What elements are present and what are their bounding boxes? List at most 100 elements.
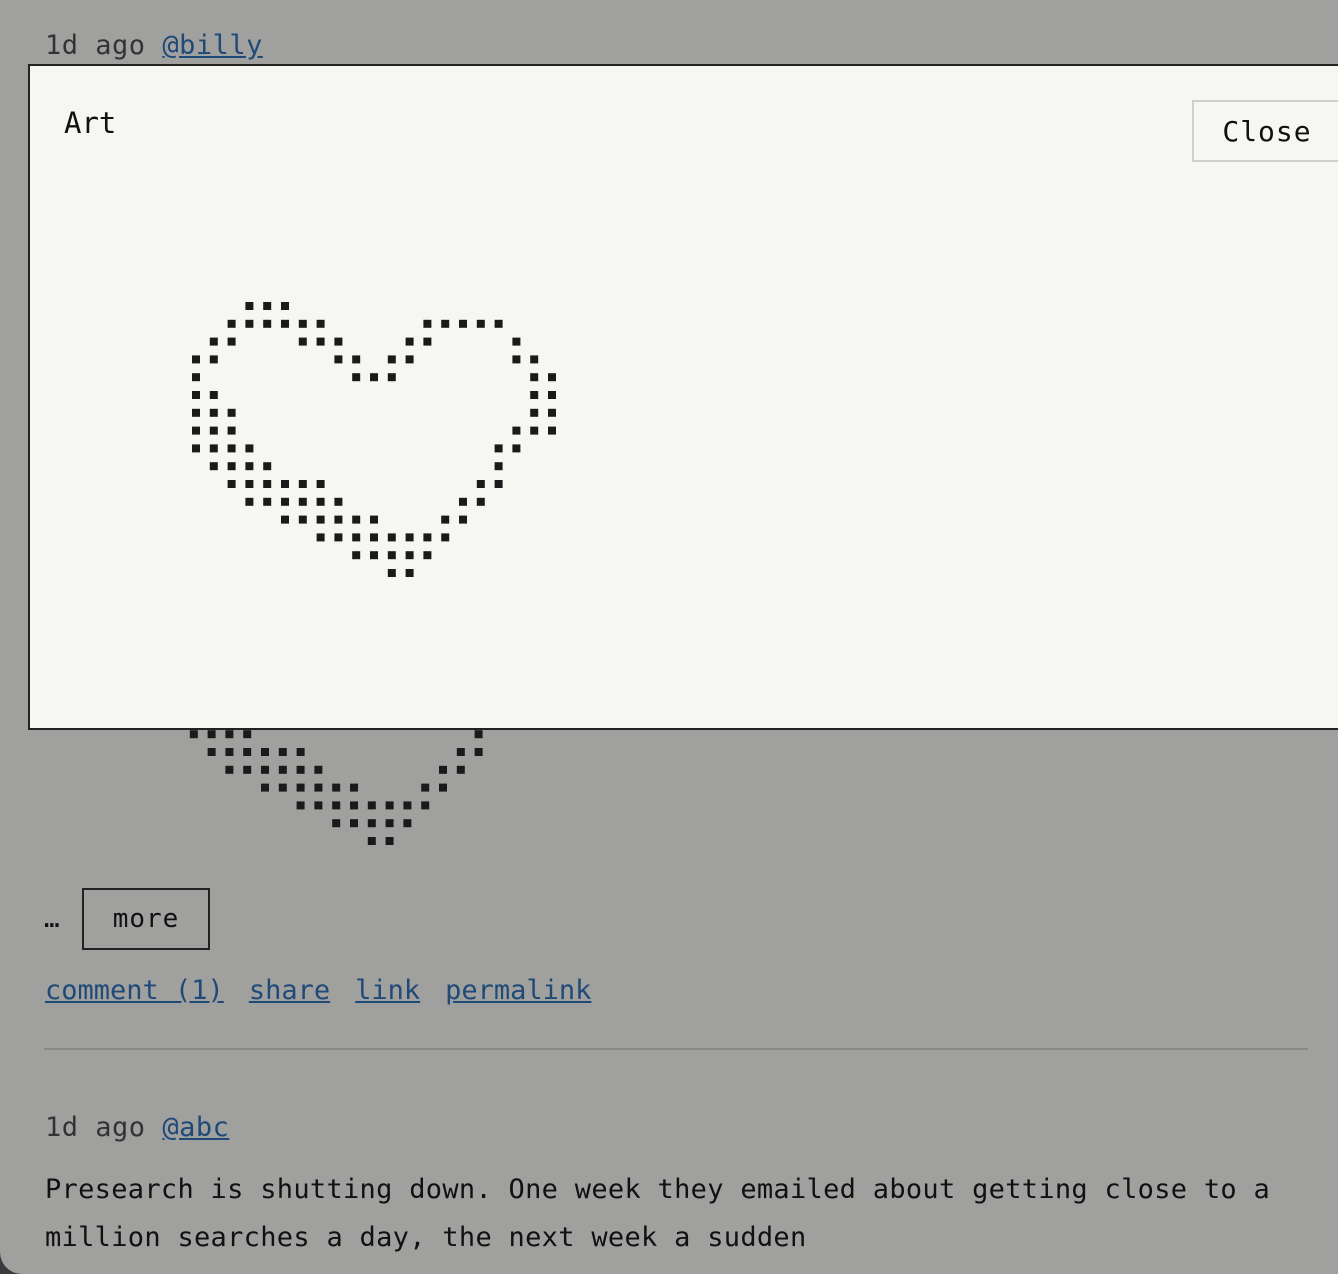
modal-heart-pixel — [494, 319, 503, 328]
modal-heart-pixel — [405, 337, 414, 346]
modal-heart-pixel — [512, 337, 521, 346]
modal-heart-pixel — [530, 355, 539, 364]
bg-heart-pixel — [314, 801, 323, 810]
modal-heart-pixel — [512, 426, 521, 435]
modal-heart-pixel — [530, 391, 539, 399]
modal-heart-pixel — [352, 373, 361, 382]
modal-heart-pixel — [352, 515, 361, 524]
modal-heart-pixel — [316, 533, 325, 542]
modal-heart-pixel — [245, 319, 254, 328]
modal-heart-pixel — [548, 426, 556, 435]
modal-heart-pixel — [316, 515, 325, 524]
modal-heart-pixel — [281, 515, 289, 524]
bg-heart-pixel — [385, 819, 394, 828]
modal-heart-pixel — [209, 426, 218, 435]
modal-heart-pixel — [192, 391, 200, 399]
bg-heart-pixel — [456, 765, 465, 774]
post-time-2: 1d ago — [45, 1112, 146, 1143]
bg-heart-pixel — [261, 765, 269, 774]
more-button[interactable]: more — [82, 888, 210, 950]
permalink-link[interactable]: permalink — [445, 975, 591, 1006]
modal-heart-pixel — [192, 373, 200, 382]
bg-heart-pixel — [278, 783, 287, 792]
share-link[interactable]: share — [249, 975, 330, 1006]
modal-heart-pixel — [245, 480, 254, 488]
bg-heart-pixel — [421, 783, 430, 792]
modal-heart-pixel — [192, 355, 200, 364]
modal-heart-pixel — [548, 391, 556, 399]
modal-heart-pixel — [530, 426, 539, 435]
modal-heart-pixel — [387, 533, 396, 542]
modal-heart-pixel — [227, 337, 236, 346]
modal-heart-pixel — [370, 373, 378, 382]
bg-heart-pixel — [314, 783, 323, 792]
modal-heart-pixel — [227, 462, 236, 471]
modal-heart-pixel — [548, 373, 556, 382]
modal-heart-pixel — [405, 569, 414, 577]
modal-heart-pixel — [263, 319, 272, 328]
post-author-link-2[interactable]: @abc — [162, 1112, 229, 1143]
post-meta-2: 1d ago @abc — [45, 1112, 229, 1143]
link-link[interactable]: link — [355, 975, 420, 1006]
modal-heart-pixel — [494, 444, 503, 453]
modal-heart-pixel — [405, 551, 414, 560]
bg-heart-pixel — [243, 748, 252, 756]
modal-heart-pixel — [441, 533, 450, 542]
bg-heart-pixel — [332, 819, 341, 828]
modal-heart-pixel — [316, 480, 325, 488]
bg-heart-pixel — [225, 765, 234, 774]
bg-heart-pixel — [296, 748, 305, 756]
bg-heart-pixel — [296, 783, 305, 792]
modal-heart-pixel — [263, 480, 272, 488]
modal-heart-pixel — [405, 533, 414, 542]
modal-heart-pixel — [281, 302, 289, 310]
modal-heart-pixel — [423, 533, 432, 542]
bg-heart-pixel — [367, 801, 376, 810]
bg-heart-pixel — [350, 819, 358, 828]
bg-heart-pixel — [350, 783, 358, 792]
modal-heart-pixel — [387, 373, 396, 382]
modal-heart-pixel — [459, 319, 467, 328]
modal-heart-pixel — [281, 480, 289, 488]
bg-heart-pixel — [367, 837, 376, 845]
modal-heart-pixel — [209, 462, 218, 471]
modal-heart-pixel — [263, 302, 272, 310]
modal-heart-pixel — [192, 426, 200, 435]
modal-heart-pixel — [459, 515, 467, 524]
modal-heart-pixel — [334, 337, 343, 346]
modal-heart-pixel — [209, 337, 218, 346]
bg-heart-pixel — [207, 748, 216, 756]
bg-heart-pixel — [350, 801, 358, 810]
modal-heart-pixel — [298, 515, 307, 524]
modal-heart-pixel — [387, 569, 396, 577]
modal-heart-pixel — [423, 319, 432, 328]
modal-heart-pixel — [281, 497, 289, 506]
bg-heart-pixel — [332, 783, 341, 792]
modal-heart-pixel — [245, 462, 254, 471]
modal-heart-pixel — [423, 337, 432, 346]
bg-heart-pixel — [474, 748, 483, 756]
modal-heart-pixel — [512, 444, 521, 453]
modal-heart-pixel — [352, 533, 361, 542]
bg-heart-pixel — [421, 801, 430, 810]
bg-heart-pixel — [278, 748, 287, 756]
modal-heart-pixel — [441, 515, 450, 524]
modal-heart-pixel — [405, 355, 414, 364]
modal-heart-pixel — [298, 319, 307, 328]
bg-heart-pixel — [439, 765, 447, 774]
modal-heart-pixel — [227, 480, 236, 488]
comment-link[interactable]: comment (1) — [45, 975, 224, 1006]
modal-heart-pixel — [476, 319, 485, 328]
modal-heart-pixel — [209, 355, 218, 364]
modal-heart-pixel — [245, 444, 254, 453]
modal-heart-pixel — [370, 515, 378, 524]
bg-heart-pixel — [296, 765, 305, 774]
modal-heart-pixel — [530, 373, 539, 382]
post-divider — [44, 1048, 1308, 1050]
modal-heart-pixel — [387, 355, 396, 364]
modal-heart-pixel — [459, 497, 467, 506]
bg-heart-pixel — [385, 801, 394, 810]
modal-heart-pixel — [281, 319, 289, 328]
bg-heart-pixel — [278, 765, 287, 774]
modal-heart-pixel — [227, 444, 236, 453]
